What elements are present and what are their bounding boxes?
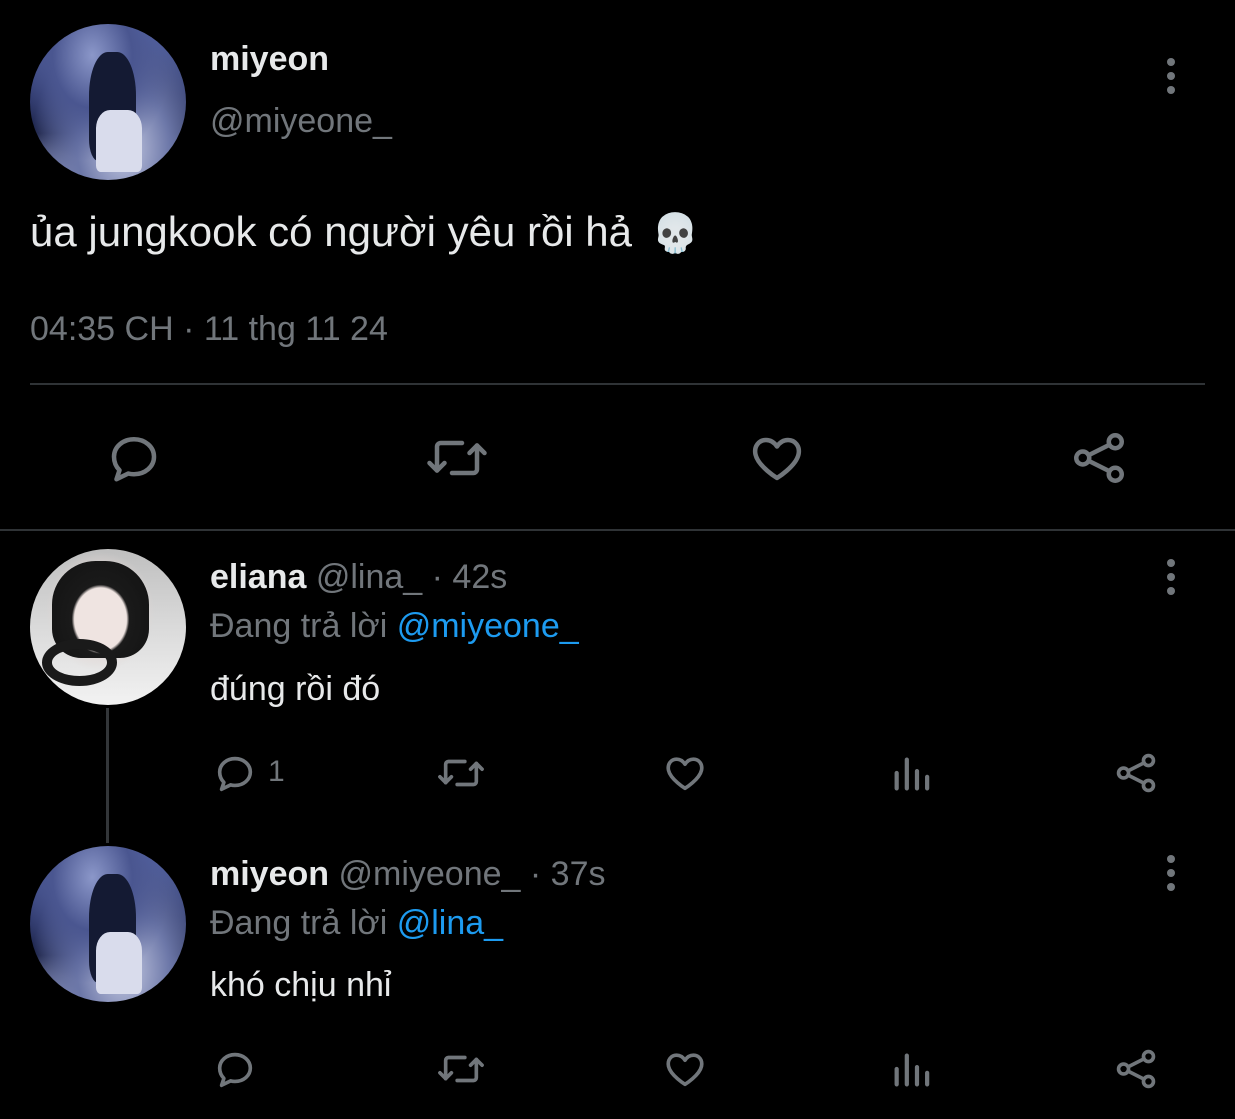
reply-time[interactable]: · 42s [432,558,508,596]
tweet-text-content: ủa jungkook có người yêu rồi hả [30,208,633,255]
more-vertical-icon[interactable] [1167,855,1177,897]
section-divider [0,529,1235,531]
heart-icon[interactable] [662,750,708,796]
views-icon[interactable] [889,1046,935,1092]
handle[interactable]: @miyeone_ [339,855,521,893]
reply-icon[interactable] [212,1046,258,1092]
views-icon[interactable] [889,750,935,796]
display-name[interactable]: miyeon [210,40,329,79]
handle[interactable]: @miyeone_ [210,102,392,141]
reply-header: miyeon @miyeone_ · 37s [210,855,605,894]
reply-time[interactable]: · 37s [530,855,606,893]
avatar[interactable] [30,846,186,1002]
heart-icon[interactable] [747,428,807,488]
more-vertical-icon[interactable] [1167,58,1177,100]
thread-line [106,708,109,843]
mention-link[interactable]: @miyeone_ [397,607,579,645]
reply-header: eliana @lina_ · 42s [210,558,507,597]
handle[interactable]: @lina_ [316,558,422,596]
retweet-icon[interactable] [424,428,490,488]
divider [30,383,1205,385]
display-name[interactable]: miyeon [210,855,329,893]
replying-to: Đang trả lời @lina_ [210,904,503,943]
replying-prefix: Đang trả lời [210,607,388,645]
share-icon[interactable] [1113,750,1159,796]
share-icon[interactable] [1068,428,1130,488]
retweet-icon[interactable] [435,750,487,796]
reply-text: đúng rồi đó [210,670,381,708]
mention-link[interactable]: @lina_ [397,904,503,942]
replying-to: Đang trả lời @miyeone_ [210,607,579,646]
avatar[interactable] [30,24,186,180]
avatar[interactable] [30,549,186,705]
reply-text: khó chịu nhỉ [210,966,392,1004]
reply-icon[interactable] [212,750,258,796]
replying-prefix: Đang trả lời [210,904,388,942]
reply-count: 1 [268,755,285,788]
display-name[interactable]: eliana [210,558,306,596]
skull-emoji: 💀 [651,213,700,255]
heart-icon[interactable] [662,1046,708,1092]
more-vertical-icon[interactable] [1167,559,1177,601]
share-icon[interactable] [1113,1046,1159,1092]
reply-icon[interactable] [104,428,164,488]
tweet-timestamp[interactable]: 04:35 CH · 11 thg 11 24 [30,310,388,349]
tweet-text: ủa jungkook có người yêu rồi hả 💀 [30,208,699,256]
retweet-icon[interactable] [435,1046,487,1092]
